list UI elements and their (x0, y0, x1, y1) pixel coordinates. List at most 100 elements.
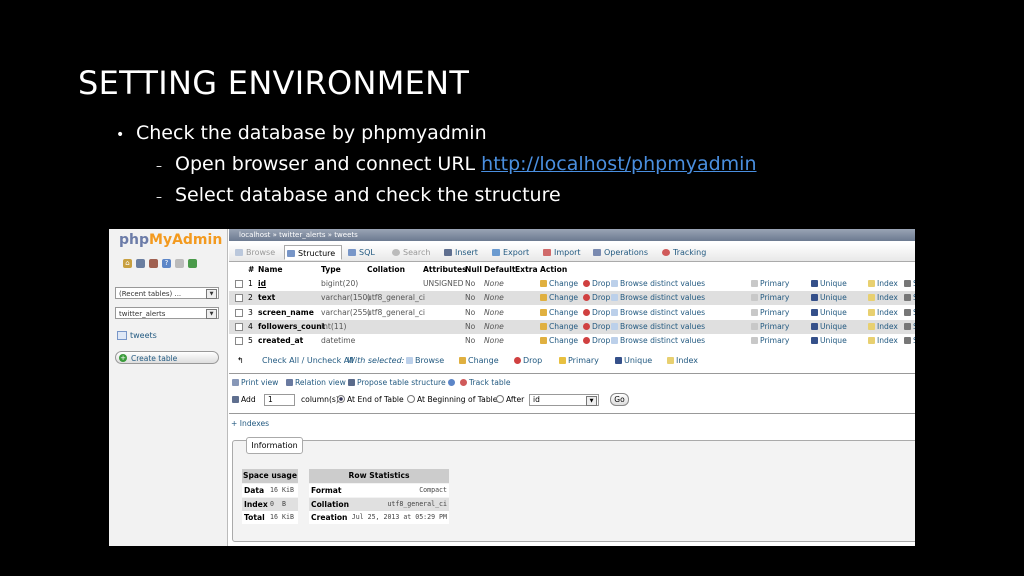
row-name[interactable]: text (258, 291, 275, 305)
radio-after[interactable]: After (496, 393, 524, 407)
row-action-change[interactable]: Change (540, 277, 578, 291)
tab-operations[interactable]: Operations (591, 245, 655, 260)
tree-item-tweets[interactable]: tweets (117, 331, 157, 340)
tab-browse[interactable]: Browse (233, 245, 281, 260)
propose-structure-link[interactable]: Propose table structure (348, 376, 457, 390)
row-action-spatial[interactable]: Spatial (904, 334, 915, 348)
home-icon[interactable]: ⌂ (123, 259, 132, 268)
row-name[interactable]: followers_count (258, 320, 325, 334)
bullet-item: • Check the database by phpmyadmin (116, 122, 487, 144)
row-checkbox[interactable] (235, 294, 243, 303)
radio-button (496, 395, 504, 403)
row-checkbox[interactable] (235, 308, 243, 317)
track-table-link[interactable]: Track table (460, 376, 511, 390)
row-name[interactable]: screen_name (258, 306, 314, 320)
column-count-input[interactable]: 1 (264, 394, 295, 406)
row-action-change[interactable]: Change (540, 291, 578, 305)
row-action-index[interactable]: Index (868, 291, 898, 305)
indexes-toggle[interactable]: + Indexes (231, 419, 269, 428)
row-checkbox[interactable] (235, 280, 243, 288)
breadcrumb[interactable]: localhost » twitter_alerts » tweets (229, 229, 915, 241)
relation-view-link[interactable]: Relation view (286, 376, 346, 390)
phpmyadmin-link[interactable]: http://localhost/phpmyadmin (481, 153, 756, 175)
logout-icon[interactable] (149, 259, 158, 268)
information-panel: Information Space usage Data 16 KiB Index 0 B… (232, 437, 915, 542)
row-name[interactable]: id (258, 277, 266, 291)
eye-icon (460, 379, 467, 386)
row-action-primary[interactable]: Primary (751, 277, 789, 291)
divider (229, 413, 915, 414)
tab-import[interactable]: Import (541, 245, 585, 260)
sel-browse[interactable]: Browse (406, 353, 444, 369)
sel-browse-label: Browse (415, 356, 445, 365)
row-action-browse-distinct-values[interactable]: Browse distinct values (611, 277, 705, 291)
row-action-spatial[interactable]: Spatial (904, 320, 915, 334)
row-action-unique[interactable]: Unique (811, 320, 847, 334)
radio-end-of-table[interactable]: At End of Table (337, 393, 404, 407)
row-action-index[interactable]: Index (868, 306, 898, 320)
sql-query-icon[interactable] (136, 259, 145, 268)
row-action-change[interactable]: Change (540, 306, 578, 320)
row-action-change[interactable]: Change (540, 320, 578, 334)
radio-beginning[interactable]: At Beginning of Table (407, 393, 497, 407)
row-action-spatial[interactable]: Spatial (904, 277, 915, 291)
print-view-link[interactable]: Print view (232, 376, 278, 390)
end-of-table-label: At End of Table (347, 395, 404, 404)
row-action-spatial[interactable]: Spatial (904, 306, 915, 320)
row-action-primary[interactable]: Primary (751, 306, 789, 320)
sel-primary[interactable]: Primary (559, 353, 599, 369)
create-table-button[interactable]: + Create table (115, 351, 219, 364)
row-action-drop[interactable]: Drop (583, 277, 610, 291)
row-action-unique[interactable]: Unique (811, 334, 847, 348)
row-action-drop[interactable]: Drop (583, 306, 610, 320)
row-action-index[interactable]: Index (868, 334, 898, 348)
row-action-unique[interactable]: Unique (811, 291, 847, 305)
docs-icon[interactable] (175, 259, 184, 268)
database-select[interactable]: twitter_alerts ▼ (115, 307, 219, 319)
row-action-primary[interactable]: Primary (751, 291, 789, 305)
go-button[interactable]: Go (610, 393, 629, 406)
tab-export[interactable]: Export (490, 245, 534, 260)
row-action-primary[interactable]: Primary (751, 320, 789, 334)
tab-insert[interactable]: Insert (442, 245, 482, 260)
row-action-browse-distinct-values[interactable]: Browse distinct values (611, 291, 705, 305)
sel-change[interactable]: Change (459, 353, 499, 369)
drop-icon (583, 322, 590, 330)
tab-sql[interactable]: SQL (346, 245, 382, 260)
table-header: # Name Type Collation Attributes Null De… (229, 264, 915, 276)
add-label: Add (241, 395, 256, 404)
row-action-unique[interactable]: Unique (811, 306, 847, 320)
row-checkbox[interactable] (235, 337, 243, 346)
check-all-link[interactable]: Check All / Uncheck All (262, 353, 354, 369)
row-checkbox[interactable] (235, 322, 243, 331)
row-action-browse-distinct-values[interactable]: Browse distinct values (611, 334, 705, 348)
row-action-drop[interactable]: Drop (583, 320, 610, 334)
row-action-index[interactable]: Index (868, 320, 898, 334)
col-name-header[interactable]: Name (258, 264, 283, 276)
recent-tables-select[interactable]: (Recent tables) ... ▼ (115, 287, 219, 299)
row-action-spatial[interactable]: Spatial (904, 291, 915, 305)
row-action-primary[interactable]: Primary (751, 334, 789, 348)
row-action-change[interactable]: Change (540, 334, 578, 348)
row-action-browse-distinct-values[interactable]: Browse distinct values (611, 320, 705, 334)
row-action-drop[interactable]: Drop (583, 334, 610, 348)
row-action-index[interactable]: Index (868, 277, 898, 291)
tab-search[interactable]: Search (390, 245, 438, 260)
row-name[interactable]: created_at (258, 334, 303, 348)
after-column-select[interactable]: id ▼ (529, 394, 599, 406)
row-action-label: Primary (760, 307, 790, 317)
sel-unique[interactable]: Unique (615, 353, 652, 369)
sel-index[interactable]: Index (667, 353, 698, 369)
reload-icon[interactable] (188, 259, 197, 268)
help-icon[interactable]: ? (162, 259, 171, 268)
space-usage-value: 0 (270, 499, 274, 508)
space-usage-row: Index 0 B (242, 497, 298, 511)
tab-structure[interactable]: Structure (284, 245, 342, 260)
tab-tracking[interactable]: Tracking (660, 245, 714, 260)
row-action-drop[interactable]: Drop (583, 291, 610, 305)
space-usage-label: Data (244, 486, 265, 495)
spatial-icon (904, 308, 911, 316)
row-action-browse-distinct-values[interactable]: Browse distinct values (611, 306, 705, 320)
row-action-unique[interactable]: Unique (811, 277, 847, 291)
sel-drop[interactable]: Drop (514, 353, 542, 369)
